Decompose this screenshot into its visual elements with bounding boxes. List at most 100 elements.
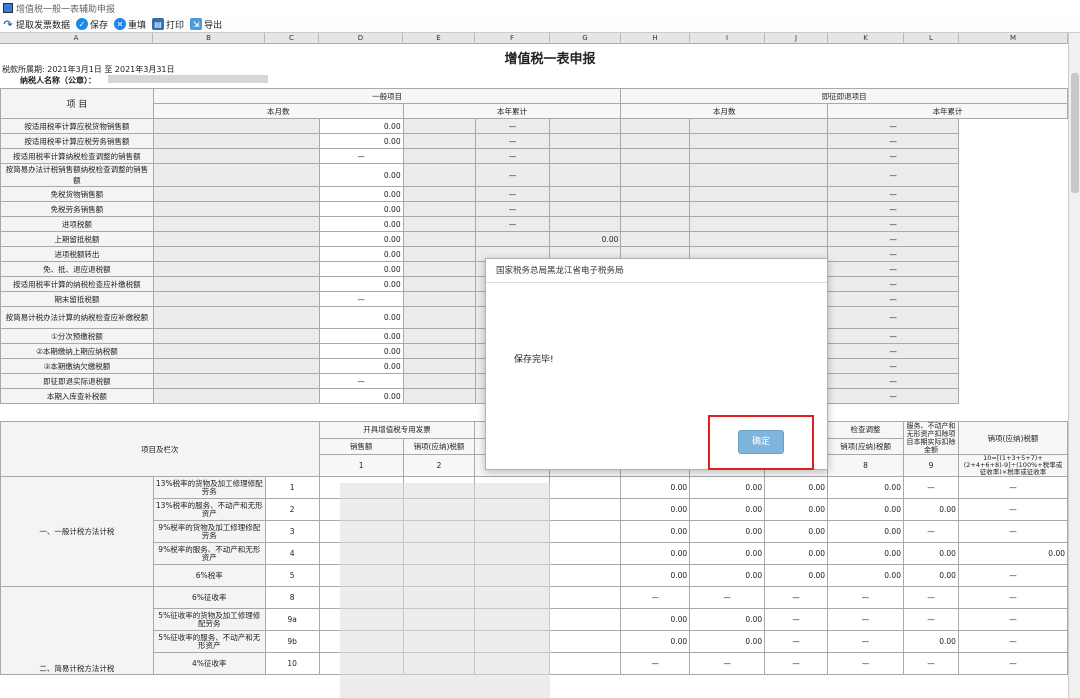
cell-immediate-year[interactable]: — <box>827 373 959 389</box>
cell-9[interactable]: — <box>902 652 959 675</box>
cell-5[interactable]: 0.00 <box>620 520 691 543</box>
cell-5[interactable]: 0.00 <box>620 542 691 565</box>
cell-4[interactable] <box>549 498 622 521</box>
cell-8[interactable]: 0.00 <box>827 542 904 565</box>
cell-6[interactable]: 0.00 <box>689 476 766 499</box>
cell-6[interactable]: 0.00 <box>689 498 766 521</box>
cell-g[interactable] <box>549 118 622 134</box>
cell-immediate-year[interactable]: — <box>827 343 959 359</box>
cell-general-month[interactable]: 0.00 <box>318 201 404 217</box>
col-header-a[interactable]: A <box>0 33 153 44</box>
cell-9[interactable]: 0.00 <box>902 542 959 565</box>
cell-immediate-year[interactable]: — <box>827 291 959 307</box>
cell-6[interactable]: 0.00 <box>689 564 766 587</box>
col-header-g[interactable]: G <box>550 33 621 44</box>
cell-immediate-year[interactable]: — <box>827 201 959 217</box>
cell-4[interactable] <box>549 630 622 653</box>
col-header-e[interactable]: E <box>403 33 475 44</box>
cell-4[interactable] <box>549 520 622 543</box>
cell-general-month[interactable]: — <box>318 148 404 164</box>
cell-general-month[interactable]: — <box>318 373 404 389</box>
cell-10[interactable]: — <box>957 564 1068 587</box>
cell-general-year[interactable] <box>474 231 551 247</box>
cell-immediate-year[interactable]: — <box>827 231 959 247</box>
cell-general-year[interactable]: — <box>474 201 551 217</box>
cell-10[interactable]: — <box>957 608 1068 631</box>
cell-general-month[interactable]: 0.00 <box>318 276 404 292</box>
cell-7[interactable]: 0.00 <box>764 476 829 499</box>
cell-immediate-year[interactable]: — <box>827 276 959 292</box>
cell-4[interactable] <box>549 542 622 565</box>
cell-general-year[interactable]: — <box>474 133 551 149</box>
col-header-l[interactable]: L <box>904 33 959 44</box>
cell-7[interactable]: — <box>764 586 829 609</box>
cell-5[interactable]: — <box>620 586 691 609</box>
col-header-f[interactable]: F <box>475 33 550 44</box>
fetch-invoice-button[interactable]: ↷ 提取发票数据 <box>2 18 70 31</box>
cell-immediate-year[interactable]: — <box>827 246 959 262</box>
cell-general-month[interactable]: 0.00 <box>318 133 404 149</box>
save-button[interactable]: ✓ 保存 <box>76 18 108 31</box>
cell-9[interactable]: 0.00 <box>902 630 959 653</box>
cell-immediate-year[interactable]: — <box>827 118 959 134</box>
cell-10[interactable]: — <box>957 652 1068 675</box>
cell-9[interactable]: — <box>902 520 959 543</box>
col-header-b[interactable]: B <box>153 33 265 44</box>
cell-general-month[interactable]: 0.00 <box>318 163 404 187</box>
cell-general-year[interactable]: — <box>474 163 551 187</box>
cell-4[interactable] <box>549 564 622 587</box>
cell-8[interactable]: 0.00 <box>827 498 904 521</box>
cell-4[interactable] <box>549 652 622 675</box>
cell-general-year[interactable]: — <box>474 216 551 232</box>
cell-6[interactable]: — <box>689 586 766 609</box>
cell-8[interactable]: 0.00 <box>827 520 904 543</box>
cell-6[interactable]: 0.00 <box>689 630 766 653</box>
cell-general-month[interactable]: 0.00 <box>318 246 404 262</box>
cell-g[interactable]: 0.00 <box>549 231 622 247</box>
cell-5[interactable]: 0.00 <box>620 564 691 587</box>
cell-6[interactable]: — <box>689 652 766 675</box>
cell-general-month[interactable]: 0.00 <box>318 216 404 232</box>
cell-general-month[interactable]: 0.00 <box>318 388 404 404</box>
col-header-k[interactable]: K <box>828 33 904 44</box>
cell-8[interactable]: — <box>827 652 904 675</box>
cell-g[interactable] <box>549 148 622 164</box>
col-header-j[interactable]: J <box>765 33 828 44</box>
cell-g[interactable] <box>549 216 622 232</box>
cell-general-year[interactable]: — <box>474 186 551 202</box>
cell-general-month[interactable]: — <box>318 291 404 307</box>
cell-general-month[interactable]: 0.00 <box>318 186 404 202</box>
cell-9[interactable]: — <box>902 608 959 631</box>
cell-4[interactable] <box>549 608 622 631</box>
cell-7[interactable]: 0.00 <box>764 498 829 521</box>
cell-10[interactable]: 0.00 <box>957 542 1068 565</box>
cell-5[interactable]: 0.00 <box>620 630 691 653</box>
export-button[interactable]: ⇲ 导出 <box>190 18 222 31</box>
print-button[interactable]: ▤ 打印 <box>152 18 184 31</box>
cell-general-month[interactable]: 0.00 <box>318 231 404 247</box>
col-header-m[interactable]: M <box>959 33 1068 44</box>
scrollbar-thumb[interactable] <box>1071 73 1079 193</box>
col-header-c[interactable]: C <box>265 33 319 44</box>
cell-immediate-year[interactable]: — <box>827 328 959 344</box>
cell-9[interactable]: — <box>902 476 959 499</box>
cell-8[interactable]: 0.00 <box>827 476 904 499</box>
cell-4[interactable] <box>549 586 622 609</box>
cell-8[interactable]: 0.00 <box>827 564 904 587</box>
cell-g[interactable] <box>549 133 622 149</box>
cell-6[interactable]: 0.00 <box>689 608 766 631</box>
cell-general-month[interactable]: 0.00 <box>318 358 404 374</box>
cell-immediate-year[interactable]: — <box>827 163 959 187</box>
cell-9[interactable]: — <box>902 586 959 609</box>
cell-general-year[interactable]: — <box>474 148 551 164</box>
cell-6[interactable]: 0.00 <box>689 542 766 565</box>
cell-10[interactable]: — <box>957 520 1068 543</box>
cell-8[interactable]: — <box>827 608 904 631</box>
cell-7[interactable]: 0.00 <box>764 520 829 543</box>
cell-5[interactable]: 0.00 <box>620 608 691 631</box>
cell-10[interactable]: — <box>957 498 1068 521</box>
cell-5[interactable]: 0.00 <box>620 498 691 521</box>
cell-g[interactable] <box>549 163 622 187</box>
col-header-i[interactable]: I <box>690 33 765 44</box>
cell-10[interactable]: — <box>957 586 1068 609</box>
